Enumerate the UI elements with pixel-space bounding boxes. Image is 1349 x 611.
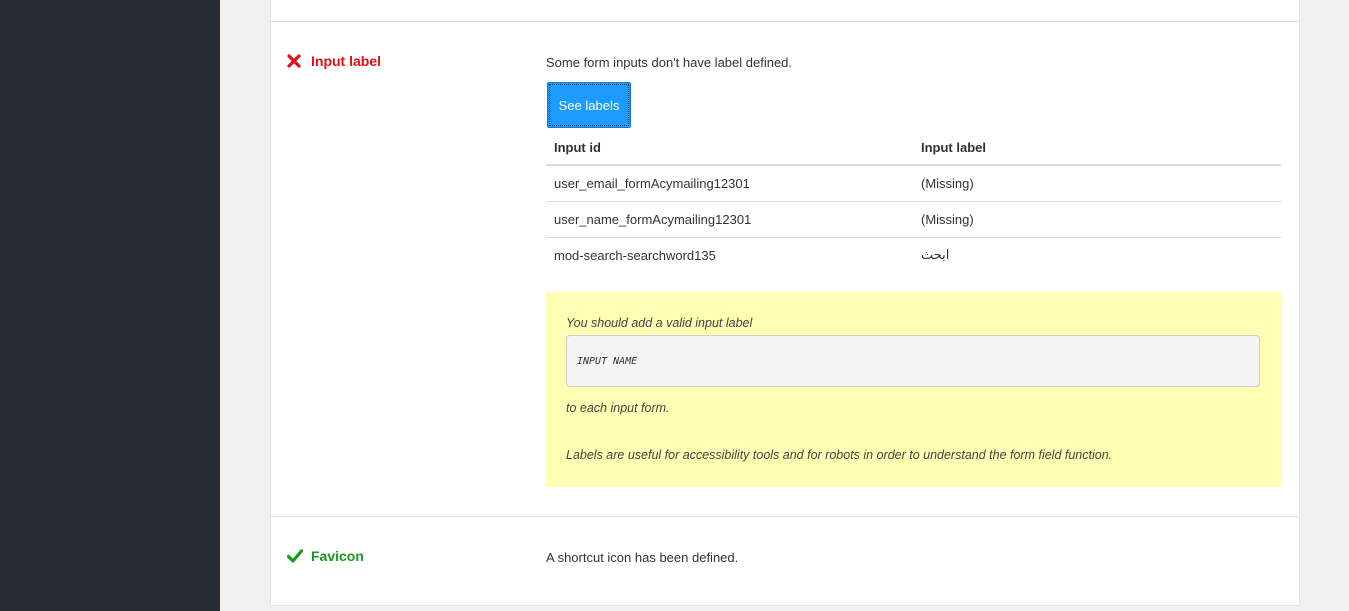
input-labels-table: Input id Input label user_email_formAcym… bbox=[546, 130, 1281, 273]
input-id-cell: user_email_formAcymailing12301 bbox=[546, 165, 913, 202]
check-mark-icon bbox=[286, 549, 304, 563]
section-divider bbox=[271, 21, 1299, 22]
advice-text: to each input form. bbox=[566, 401, 670, 415]
table-header-row: Input id Input label bbox=[546, 130, 1281, 166]
input-label-cell: ابحث bbox=[921, 247, 950, 263]
table-row: user_email_formAcymailing12301 (Missing) bbox=[546, 165, 1281, 202]
advice-box: You should add a valid input label INPUT… bbox=[546, 292, 1281, 487]
section-divider bbox=[271, 516, 1299, 517]
table-row: mod-search-searchword135 ابحث bbox=[546, 237, 1281, 273]
input-label-title-text: Input label bbox=[311, 53, 381, 69]
input-label-cell: (Missing) bbox=[913, 201, 1281, 238]
input-label-message: Some form inputs don't have label define… bbox=[546, 55, 793, 70]
input-label-title: Input label bbox=[287, 53, 381, 69]
advice-text: You should add a valid input label bbox=[566, 316, 753, 330]
column-header-input-id: Input id bbox=[546, 130, 913, 166]
favicon-title-text: Favicon bbox=[311, 548, 364, 564]
input-label-cell: (Missing) bbox=[913, 165, 1281, 202]
code-example: INPUT NAME bbox=[566, 335, 1260, 387]
audit-results-card: Input label Some form inputs don't have … bbox=[270, 0, 1300, 606]
column-header-input-label: Input label bbox=[913, 130, 1281, 166]
see-labels-button[interactable]: See labels bbox=[547, 82, 631, 128]
x-mark-icon bbox=[287, 54, 301, 68]
advice-text: Labels are useful for accessibility tool… bbox=[566, 448, 1113, 462]
table-row: user_name_formAcymailing12301 (Missing) bbox=[546, 201, 1281, 238]
favicon-message: A shortcut icon has been defined. bbox=[546, 550, 739, 565]
input-id-cell: user_name_formAcymailing12301 bbox=[546, 201, 913, 238]
input-id-cell: mod-search-searchword135 bbox=[554, 247, 716, 263]
favicon-title: Favicon bbox=[286, 548, 364, 564]
left-sidebar bbox=[0, 0, 220, 611]
